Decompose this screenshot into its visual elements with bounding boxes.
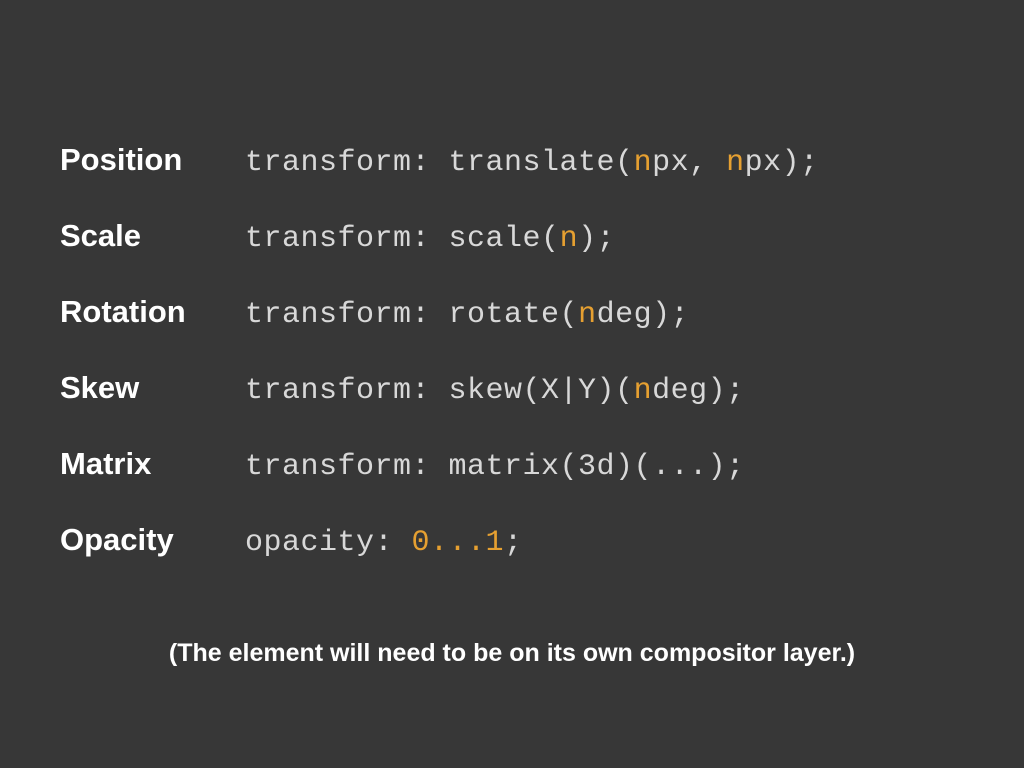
row-opacity: Opacity opacity: 0...1; bbox=[60, 522, 964, 560]
code-text: opacity: bbox=[245, 526, 412, 560]
code-text: ; bbox=[504, 526, 523, 560]
code-text: transform: rotate( bbox=[245, 298, 578, 332]
code-variable: n bbox=[560, 222, 579, 256]
row-matrix: Matrix transform: matrix(3d)(...); bbox=[60, 446, 964, 484]
row-code: transform: rotate(ndeg); bbox=[245, 298, 689, 332]
row-label: Rotation bbox=[60, 294, 245, 330]
row-label: Position bbox=[60, 142, 245, 178]
row-code: transform: scale(n); bbox=[245, 222, 615, 256]
footer-note: (The element will need to be on its own … bbox=[0, 639, 1024, 668]
row-label: Matrix bbox=[60, 446, 245, 482]
code-text: transform: skew(X|Y)( bbox=[245, 374, 634, 408]
code-text: deg); bbox=[597, 298, 690, 332]
row-code: transform: matrix(3d)(...); bbox=[245, 450, 745, 484]
code-text: ); bbox=[578, 222, 615, 256]
code-text: transform: matrix(3d)(...); bbox=[245, 450, 745, 484]
row-code: transform: translate(npx, npx); bbox=[245, 146, 819, 180]
row-code: opacity: 0...1; bbox=[245, 526, 523, 560]
code-variable: n bbox=[726, 146, 745, 180]
code-variable: n bbox=[634, 146, 653, 180]
row-code: transform: skew(X|Y)(ndeg); bbox=[245, 374, 745, 408]
code-text: px); bbox=[745, 146, 819, 180]
row-rotation: Rotation transform: rotate(ndeg); bbox=[60, 294, 964, 332]
code-variable: n bbox=[578, 298, 597, 332]
property-table: Position transform: translate(npx, npx);… bbox=[60, 142, 964, 598]
code-text: px, bbox=[652, 146, 726, 180]
code-variable: 0...1 bbox=[412, 526, 505, 560]
row-position: Position transform: translate(npx, npx); bbox=[60, 142, 964, 180]
row-scale: Scale transform: scale(n); bbox=[60, 218, 964, 256]
code-text: transform: translate( bbox=[245, 146, 634, 180]
row-label: Scale bbox=[60, 218, 245, 254]
code-variable: n bbox=[634, 374, 653, 408]
code-text: transform: scale( bbox=[245, 222, 560, 256]
row-label: Opacity bbox=[60, 522, 245, 558]
row-skew: Skew transform: skew(X|Y)(ndeg); bbox=[60, 370, 964, 408]
code-text: deg); bbox=[652, 374, 745, 408]
row-label: Skew bbox=[60, 370, 245, 406]
